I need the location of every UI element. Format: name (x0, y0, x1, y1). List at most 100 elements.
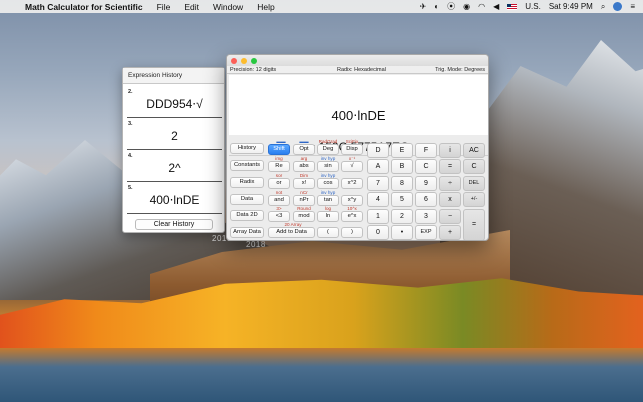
exp-e-button[interactable]: e^x (341, 211, 363, 222)
deg-button[interactable]: Deg (317, 144, 339, 155)
and-button[interactable]: and (268, 195, 290, 206)
input-source-label[interactable]: U.S. (525, 2, 541, 11)
npr-button[interactable]: nPr (293, 195, 315, 206)
status-icon-2[interactable]: ◐ (434, 2, 439, 11)
key-a[interactable]: A (367, 159, 389, 174)
history-entry-number: 3. (128, 121, 133, 127)
key-9[interactable]: 9 (415, 176, 437, 191)
precision-label: Precision: 12 digits (230, 67, 277, 73)
shift-button[interactable]: Shift (268, 144, 290, 155)
negate-button[interactable]: +/- (463, 192, 485, 207)
menu-window[interactable]: Window (213, 2, 243, 12)
data-2d-button[interactable]: Data 2D (230, 210, 264, 221)
cos-button[interactable]: cos (317, 178, 339, 189)
key-c[interactable]: C (415, 159, 437, 174)
sin-button[interactable]: sin (317, 161, 339, 172)
square-button[interactable]: x^2 (341, 178, 363, 189)
spotlight-icon[interactable]: ⌕ (601, 2, 605, 12)
key-i[interactable]: i (439, 143, 461, 158)
clear-button[interactable]: C (463, 159, 485, 174)
multiply-button[interactable]: x (439, 192, 461, 207)
user-icon[interactable] (613, 2, 623, 11)
menu-clock[interactable]: Sat 9:49 PM (549, 2, 593, 11)
key-equals-small[interactable]: = (439, 159, 461, 174)
key-2[interactable]: 2 (391, 209, 413, 224)
menu-file[interactable]: File (157, 2, 171, 12)
display-panel (229, 75, 488, 135)
close-window-button[interactable] (231, 58, 237, 64)
expression-history-window: Expression History 2. DDD954⋅√ 3. 2 4. 2… (122, 67, 225, 233)
constants-button[interactable]: Constants (230, 160, 264, 171)
key-0[interactable]: 0 (367, 225, 389, 240)
status-icon-4[interactable]: ◉ (463, 2, 470, 11)
status-icon-1[interactable]: ✈ (420, 2, 427, 11)
abs-button[interactable]: abs (293, 161, 315, 172)
key-4[interactable]: 4 (367, 192, 389, 207)
menu-bar: Math Calculator for Scientific File Edit… (0, 0, 643, 13)
flag-icon (507, 2, 518, 11)
divide-button[interactable]: ÷ (439, 176, 461, 191)
display-expression: 400⋅lnDE (331, 108, 386, 123)
history-title: Expression History (123, 68, 224, 84)
calculator-window: Precision: 12 digits Radix: Hexadecimal … (226, 54, 489, 241)
key-5[interactable]: 5 (391, 192, 413, 207)
history-entry-expression: 400⋅lnDE (149, 193, 200, 207)
history-entry-number: 5. (128, 185, 133, 191)
data-button[interactable]: Data (230, 194, 264, 205)
opt-button[interactable]: Opt (293, 144, 315, 155)
history-button[interactable]: History (230, 143, 264, 154)
key-7[interactable]: 7 (367, 176, 389, 191)
key-1[interactable]: 1 (367, 209, 389, 224)
key-3[interactable]: 3 (415, 209, 437, 224)
desktop-stamp-2: 2018 (246, 240, 266, 249)
history-entry-expression: DDD954⋅√ (146, 97, 203, 111)
wifi-icon[interactable]: ◠ (478, 2, 485, 11)
power-button[interactable]: x^y (341, 195, 363, 206)
decimal-point-button[interactable]: • (391, 225, 413, 240)
exp-button[interactable]: EXP (415, 225, 437, 240)
key-b[interactable]: B (391, 159, 413, 174)
zoom-window-button[interactable] (251, 58, 257, 64)
history-entry-number: 4. (128, 153, 133, 159)
key-e[interactable]: E (391, 143, 413, 158)
trig-mode-label: Trig. Mode: Degrees (435, 67, 485, 73)
menu-edit[interactable]: Edit (184, 2, 199, 12)
shift-left-button[interactable]: <3 (268, 211, 290, 222)
radix-button[interactable]: Radix (230, 177, 264, 188)
add-to-data-button[interactable]: Add to Data (268, 227, 315, 238)
array-data-button[interactable]: Array Data (230, 227, 264, 238)
key-8[interactable]: 8 (391, 176, 413, 191)
menu-app-name[interactable]: Math Calculator for Scientific (25, 2, 143, 12)
menu-help[interactable]: Help (257, 2, 274, 12)
history-entry[interactable]: 3. 2 (127, 120, 222, 150)
history-entry[interactable]: 4. 2^ (127, 152, 222, 182)
notification-center-icon[interactable]: ≡ (630, 2, 635, 11)
key-f[interactable]: F (415, 143, 437, 158)
volume-icon[interactable]: ◀ (493, 2, 499, 11)
status-bar: Precision: 12 digits Radix: Hexadecimal … (227, 66, 488, 74)
re-button[interactable]: Re (268, 161, 290, 172)
all-clear-button[interactable]: AC (463, 143, 485, 158)
open-paren-button[interactable]: ( (317, 227, 339, 238)
tan-button[interactable]: tan (317, 195, 339, 206)
mod-button[interactable]: mod (293, 211, 315, 222)
factorial-button[interactable]: x! (293, 178, 315, 189)
menu-extras: ✈ ◐ ⦿ ◉ ◠ ◀ U.S. Sat 9:49 PM ⌕ ≡ (420, 0, 635, 13)
status-icon-3[interactable]: ⦿ (447, 1, 455, 12)
lake (0, 348, 643, 402)
disp-button[interactable]: Disp (341, 144, 363, 155)
ln-button[interactable]: ln (317, 211, 339, 222)
or-button[interactable]: or (268, 178, 290, 189)
history-entry[interactable]: 2. DDD954⋅√ (127, 88, 222, 118)
equals-button[interactable]: = (463, 209, 485, 240)
key-6[interactable]: 6 (415, 192, 437, 207)
sqrt-button[interactable]: √ (341, 161, 363, 172)
clear-history-button[interactable]: Clear History (135, 219, 213, 230)
close-paren-button[interactable]: ) (341, 227, 363, 238)
minimize-window-button[interactable] (241, 58, 247, 64)
subtract-button[interactable]: − (439, 209, 461, 224)
delete-button[interactable]: DEL (463, 176, 485, 191)
key-d[interactable]: D (367, 143, 389, 158)
history-entry[interactable]: 5. 400⋅lnDE (127, 184, 222, 214)
add-button[interactable]: + (439, 225, 461, 240)
